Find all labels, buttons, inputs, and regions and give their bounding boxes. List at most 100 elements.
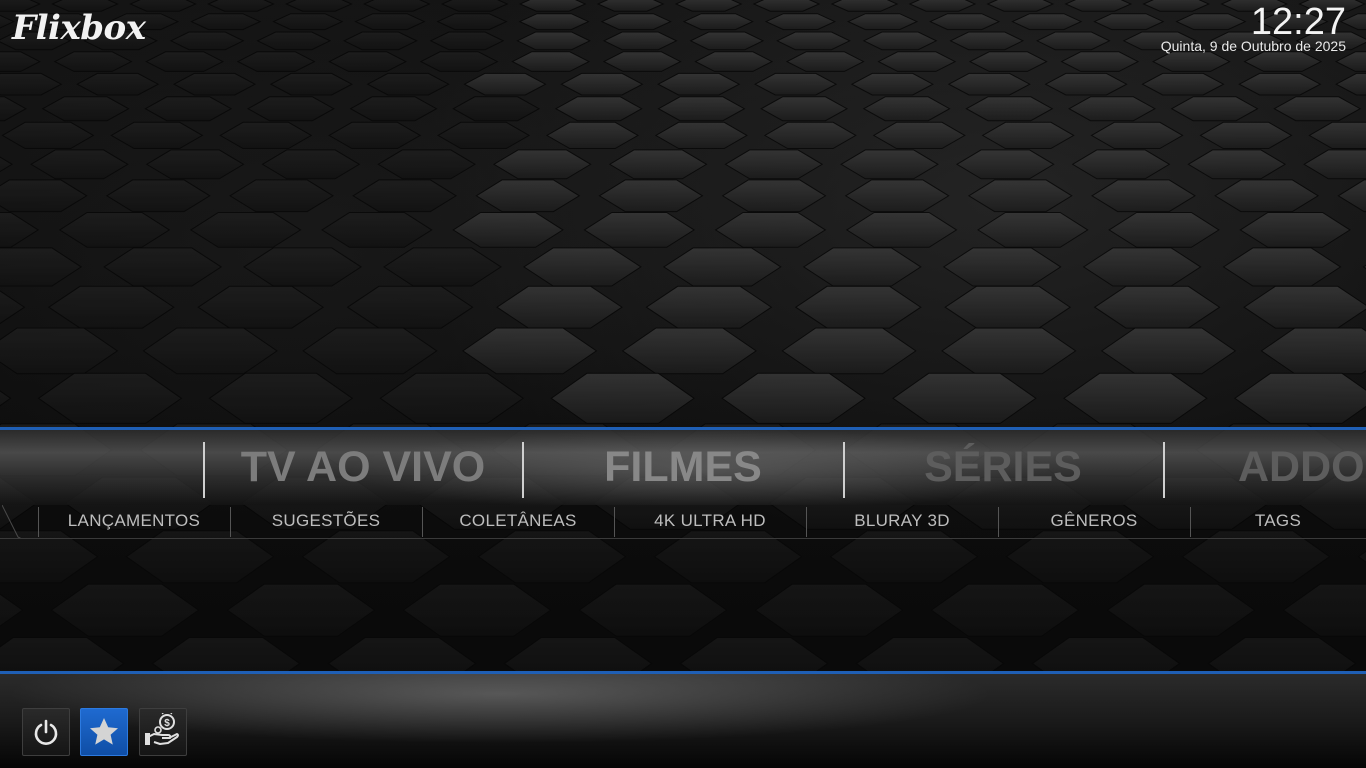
hexagon-tile: [261, 149, 361, 180]
hexagon-tile: [0, 156, 14, 173]
hexagon-tile: [781, 327, 917, 375]
hexagon-tile: [892, 372, 1037, 424]
hexagon-tile: [949, 31, 1025, 51]
submenu-item-bluray-3d[interactable]: BLURAY 3D: [806, 505, 998, 537]
hexagon-tile: [197, 285, 325, 329]
hexagon-tile: [830, 0, 899, 12]
hexagon-tile: [929, 13, 1001, 31]
hexagon-tile: [662, 247, 782, 287]
hexagon-tile: [1260, 327, 1366, 375]
main-menu-item-filmes[interactable]: FILMES: [523, 430, 843, 505]
hexagon-tile: [682, 13, 754, 31]
donate-button[interactable]: $: [139, 708, 187, 756]
hexagon-tile: [944, 285, 1072, 329]
hexagon-tile: [1068, 96, 1156, 122]
hexagon-tile: [142, 327, 278, 375]
hexagon-tile: [246, 96, 335, 122]
hexagon-tile: [402, 583, 552, 637]
hexagon-tile: [47, 285, 175, 329]
hexagon-tile: [714, 212, 827, 248]
hexagon-tile: [967, 179, 1073, 213]
hexagon-tile: [794, 285, 922, 329]
hexagon-tile: [578, 583, 728, 637]
submenu-item-generos[interactable]: GÊNEROS: [998, 505, 1190, 537]
hexagon-tile: [383, 247, 502, 287]
hexagon-tile: [518, 13, 590, 31]
hexagon-tile: [463, 72, 547, 96]
hexagon-tile: [1063, 372, 1208, 424]
hexagon-tile: [802, 247, 922, 287]
hexagon-tile: [763, 121, 857, 149]
hexagon-tile: [207, 0, 275, 12]
star-icon: [90, 718, 118, 745]
hexagon-tile: [1071, 149, 1171, 180]
hexagon-tile: [1335, 72, 1366, 96]
main-menu-separator: [203, 442, 205, 498]
hexagon-tile: [930, 583, 1080, 637]
hexagon-tile: [968, 51, 1048, 72]
hexagon-tile: [58, 212, 171, 248]
hexagon-tile: [862, 96, 951, 122]
main-menu-item-tv-ao-vivo[interactable]: TV AO VIVO: [203, 430, 523, 505]
submenu-item-tags[interactable]: TAGS: [1190, 505, 1366, 537]
hexagon-tile: [1233, 372, 1366, 424]
hexagon-tile: [1100, 327, 1237, 375]
app-logo: Flixbox: [12, 8, 146, 48]
main-menu-item-series[interactable]: SÉRIES: [843, 430, 1163, 505]
hexagon-tile: [190, 13, 262, 31]
hexagon-tile: [0, 179, 88, 213]
power-button[interactable]: [22, 708, 70, 756]
hexagon-tile: [377, 149, 476, 180]
main-menu-item-addons[interactable]: ADDONS: [1163, 430, 1366, 505]
hexagon-tile: [877, 51, 957, 72]
hexagon-tile: [436, 13, 508, 31]
hexagon-tile: [1238, 72, 1322, 96]
submenu-item-4k-ultra-hd[interactable]: 4K ULTRA HD: [614, 505, 806, 537]
hexagon-tile: [1282, 583, 1366, 637]
hexagon-tile: [302, 327, 438, 375]
hexagon-tile: [554, 96, 643, 122]
hexagon-tile: [776, 31, 851, 51]
hexagon-tile: [0, 96, 27, 122]
hexagon-tile: [981, 121, 1075, 149]
hexagon-tile: [516, 31, 591, 51]
hexagon-tile: [1035, 31, 1111, 51]
hexagon-tile: [941, 327, 1077, 375]
hexagon-tile: [37, 372, 183, 424]
hexagon-tile: [844, 179, 950, 213]
hexagon-tile: [754, 583, 904, 637]
hexagon-tile: [0, 290, 26, 325]
hexagon-tile: [352, 179, 458, 213]
hexagon-tile: [0, 51, 41, 72]
hexagon-tile: [1214, 179, 1320, 213]
hexagon-tile: [1106, 583, 1256, 637]
hexagon-tile: [321, 212, 433, 248]
hexagon-tile: [189, 212, 302, 248]
submenu-item-lancamentos[interactable]: LANÇAMENTOS: [38, 505, 230, 537]
hexagon-tile: [50, 583, 200, 637]
hexagon-tile: [689, 31, 765, 51]
hexagon-tile: [1187, 149, 1287, 180]
hexagon-tile: [596, 0, 665, 12]
hexagon-tile: [379, 372, 525, 424]
hexagon-tile: [0, 72, 63, 96]
hexagon-tile: [645, 285, 773, 329]
hexagon-tile: [236, 51, 316, 72]
clock-time: 12:27: [1250, 1, 1346, 43]
submenu-item-sugestoes[interactable]: SUGESTÕES: [230, 505, 422, 537]
submenu-item-coletaneas[interactable]: COLETÂNEAS: [422, 505, 614, 537]
hexagon-tile: [76, 72, 160, 96]
hexagon-tile: [1064, 0, 1133, 12]
hexagon-tile: [600, 13, 672, 31]
favourites-button[interactable]: [80, 708, 128, 756]
hexagon-tile: [752, 0, 821, 12]
hexagon-tile: [518, 0, 587, 12]
hexagon-tile: [598, 179, 704, 213]
hexagon-tile: [0, 327, 119, 375]
hexagon-tile: [0, 593, 24, 627]
hexagon-tile: [462, 327, 598, 375]
hexagon-tile: [285, 0, 353, 12]
hexagon-tile: [1335, 51, 1366, 72]
hexagon-tile: [1152, 51, 1231, 72]
hexagon-tile: [721, 372, 866, 424]
